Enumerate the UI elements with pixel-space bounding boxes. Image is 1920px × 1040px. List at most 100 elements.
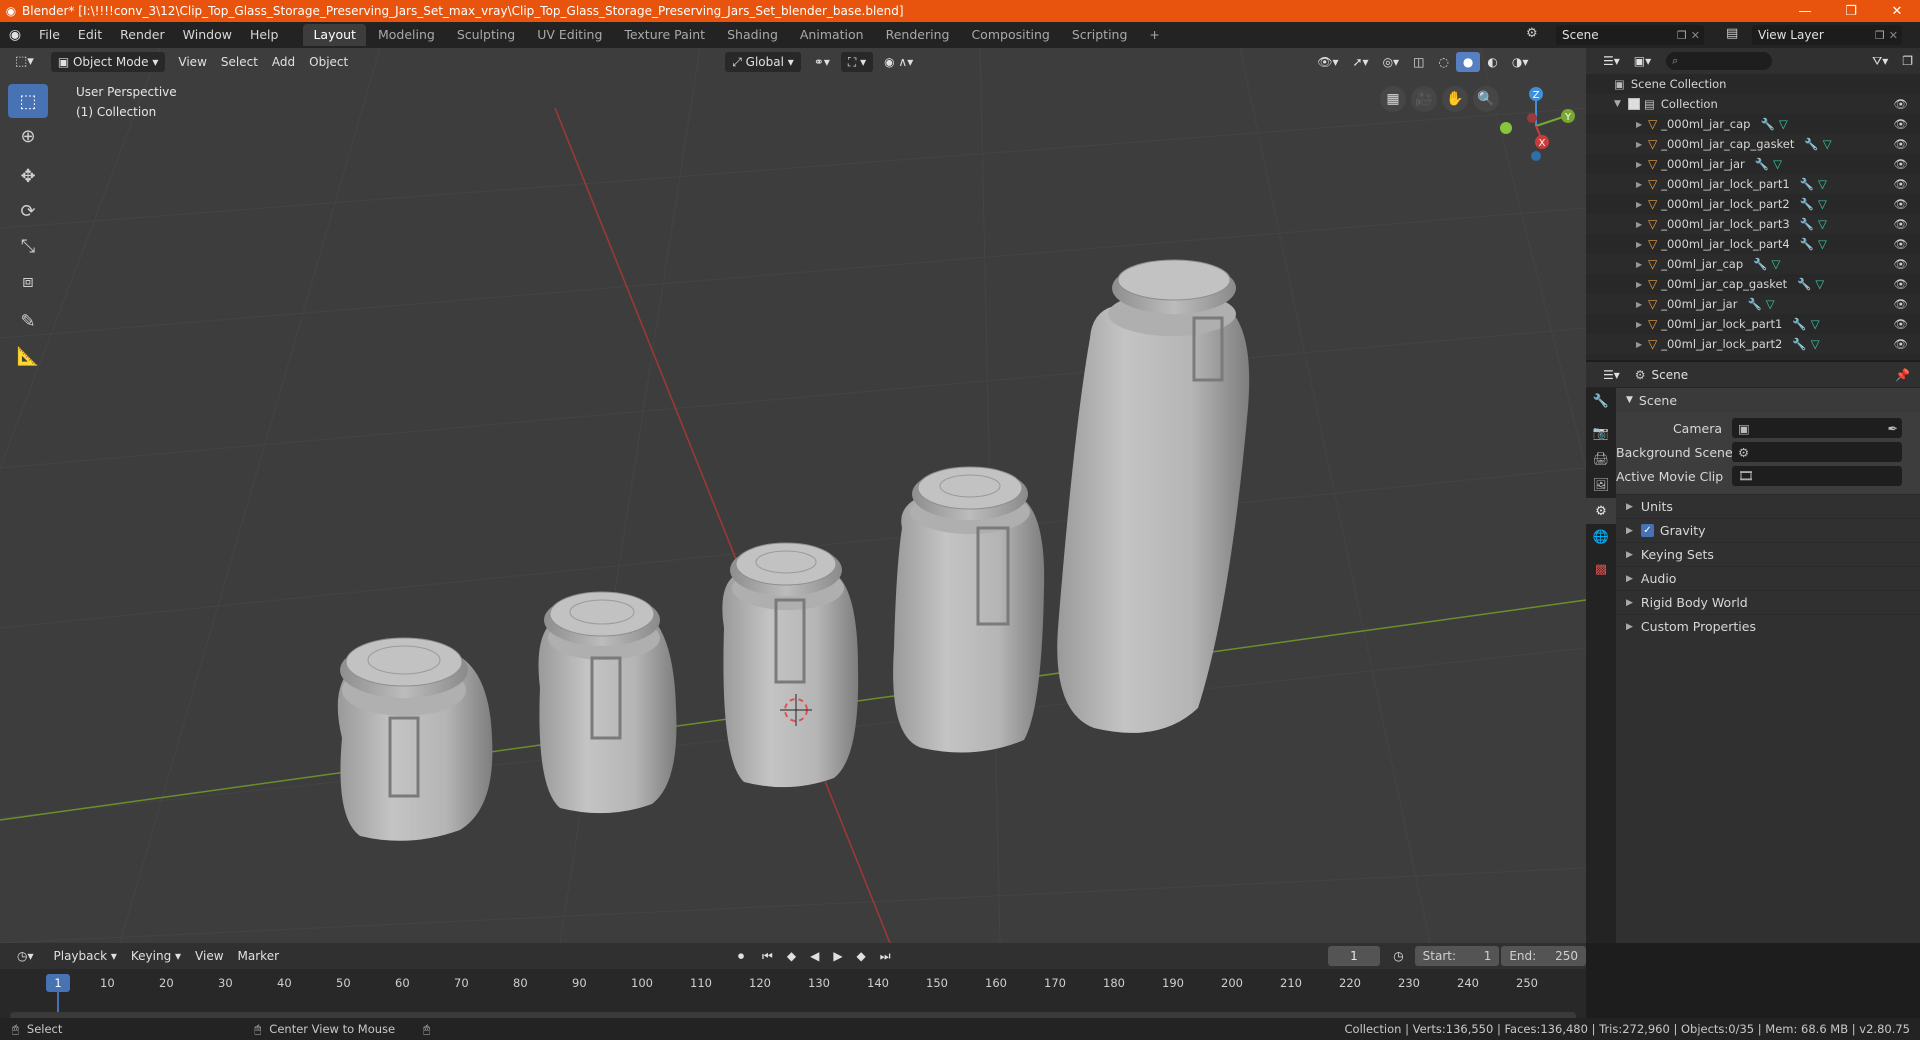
maximize-button[interactable]: ❐ <box>1828 4 1874 19</box>
outliner-object-row[interactable]: ▶ ▽ _000ml_jar_lock_part4 🔧 ▽ 👁 <box>1586 234 1920 254</box>
viewport-menu-add[interactable]: Add <box>265 52 302 72</box>
expand-arrow-icon[interactable]: ▶ <box>1636 180 1648 189</box>
outliner-object-row[interactable]: ▶ ▽ _00ml_jar_lock_part2 🔧 ▽ 👁 <box>1586 334 1920 354</box>
shading-solid-icon[interactable]: ● <box>1455 52 1481 72</box>
active-movie-clip-field[interactable]: 🎞 <box>1732 466 1902 486</box>
expand-arrow-icon[interactable]: ▶ <box>1636 120 1648 129</box>
expand-arrow-icon[interactable]: ▶ <box>1636 200 1648 209</box>
annotate-tool-icon[interactable]: ✎ <box>8 304 48 338</box>
timeline-editor-type-icon[interactable]: ◷▾ <box>10 946 41 966</box>
camera-view-icon[interactable]: 🎥 <box>1411 86 1437 112</box>
tab-animation[interactable]: Animation <box>790 24 874 46</box>
outliner-display-mode-icon[interactable]: ▣▾ <box>1627 51 1658 71</box>
move-tool-icon[interactable]: ✥ <box>8 159 48 193</box>
marker-menu[interactable]: Marker <box>231 946 286 966</box>
use-preview-range-icon[interactable]: ◷ <box>1386 946 1410 966</box>
add-workspace-button[interactable]: + <box>1139 24 1169 46</box>
tool-tab-icon[interactable]: 🔧 <box>1586 388 1616 414</box>
cursor-tool-icon[interactable]: ⊕ <box>8 119 48 153</box>
jar-model-4[interactable] <box>893 466 1045 753</box>
record-keyframe-icon[interactable]: ⏺ <box>731 946 751 966</box>
overlays-icon[interactable]: ◎▾ <box>1376 52 1407 72</box>
pin-icon[interactable]: 📌 <box>1895 368 1910 382</box>
outliner-editor-type-icon[interactable]: ☰▾ <box>1596 51 1627 71</box>
next-keyframe-icon[interactable]: ◆ <box>850 946 873 966</box>
tab-modeling[interactable]: Modeling <box>368 24 445 46</box>
menu-window[interactable]: Window <box>174 22 241 48</box>
tab-texture-paint[interactable]: Texture Paint <box>614 24 715 46</box>
expand-arrow-icon[interactable]: ▶ <box>1636 300 1648 309</box>
remove-view-layer-icon[interactable]: ✕ <box>1889 29 1898 42</box>
outliner-object-row[interactable]: ▶ ▽ _000ml_jar_cap 🔧 ▽ 👁 <box>1586 114 1920 134</box>
tab-rendering[interactable]: Rendering <box>876 24 960 46</box>
jar-model-5[interactable] <box>1057 259 1250 733</box>
viewport-menu-view[interactable]: View <box>171 52 213 72</box>
3d-viewport[interactable]: ⬚▾ ▣ Object Mode ▾ View Select Add Objec… <box>0 48 1586 943</box>
visibility-icon[interactable]: 👁▾ <box>1310 52 1345 72</box>
jump-start-icon[interactable]: ⏮ <box>755 946 780 966</box>
menu-edit[interactable]: Edit <box>69 22 111 48</box>
object-visibility-eye-icon[interactable]: 👁 <box>1893 317 1908 331</box>
xray-icon[interactable]: ◫ <box>1406 52 1431 72</box>
select-box-tool-icon[interactable]: ⬚ <box>8 84 48 118</box>
tab-layout[interactable]: Layout <box>303 24 366 46</box>
scale-tool-icon[interactable]: ⤡ <box>8 229 48 263</box>
eyedropper-icon[interactable]: ✒ <box>1888 421 1898 436</box>
pivot-point-icon[interactable]: ⚭▾ <box>807 52 837 72</box>
outliner-object-row[interactable]: ▶ ▽ _000ml_jar_cap_gasket 🔧 ▽ 👁 <box>1586 134 1920 154</box>
outliner-collection-row[interactable]: ▼ ▤ Collection 👁 <box>1586 94 1920 114</box>
object-visibility-eye-icon[interactable]: 👁 <box>1893 337 1908 351</box>
expand-arrow-icon[interactable]: ▶ <box>1636 320 1648 329</box>
object-visibility-eye-icon[interactable]: 👁 <box>1893 157 1908 171</box>
object-visibility-eye-icon[interactable]: 👁 <box>1893 237 1908 251</box>
shading-rendered-icon[interactable]: ◑▾ <box>1505 52 1536 72</box>
world-tab-icon[interactable]: 🌐 <box>1586 524 1616 550</box>
playback-menu[interactable]: Playback ▾ <box>47 946 124 966</box>
subpanel-gravity[interactable]: ▶ ✓ Gravity <box>1616 518 1920 542</box>
outliner-object-row[interactable]: ▶ ▽ _00ml_jar_lock_part1 🔧 ▽ 👁 <box>1586 314 1920 334</box>
timeline-ruler[interactable]: 1 10 20 30 40 50 60 70 80 90 100 110 120 130 140 150 16… <box>0 969 1586 1023</box>
menu-help[interactable]: Help <box>241 22 288 48</box>
gizmo-toggle-icon[interactable]: ➚▾ <box>1345 52 1375 72</box>
expand-arrow-icon[interactable]: ▶ <box>1636 280 1648 289</box>
proportional-edit-icon[interactable]: ◉ ∧▾ <box>877 52 920 72</box>
viewport-menu-select[interactable]: Select <box>214 52 265 72</box>
view-layer-icon[interactable]: ▤ <box>1726 26 1738 41</box>
current-frame-field[interactable]: 1 <box>1327 946 1381 966</box>
gravity-checkbox[interactable]: ✓ <box>1640 524 1654 537</box>
rotate-tool-icon[interactable]: ⟳ <box>8 194 48 228</box>
shading-material-icon[interactable]: ◐ <box>1480 52 1504 72</box>
view-layer-tab-icon[interactable]: 🖼 <box>1586 472 1616 498</box>
object-visibility-eye-icon[interactable]: 👁 <box>1893 117 1908 131</box>
object-visibility-eye-icon[interactable]: 👁 <box>1893 297 1908 311</box>
subpanel-units[interactable]: ▶ Units <box>1616 494 1920 518</box>
play-reverse-icon[interactable]: ◀ <box>803 946 826 966</box>
navigation-gizmo[interactable]: Z Y X <box>1496 84 1576 164</box>
outliner-object-row[interactable]: ▶ ▽ _000ml_jar_jar 🔧 ▽ 👁 <box>1586 154 1920 174</box>
expand-arrow-icon[interactable]: ▶ <box>1636 220 1648 229</box>
jar-model-3[interactable] <box>722 542 859 788</box>
jar-model-2[interactable] <box>538 591 677 814</box>
collapse-arrow-icon[interactable]: ▼ <box>1614 99 1628 109</box>
object-visibility-eye-icon[interactable]: 👁 <box>1893 217 1908 231</box>
snap-icon[interactable]: ⛶ ▾ <box>840 52 874 72</box>
outliner-object-row[interactable]: ▶ ▽ _000ml_jar_lock_part2 🔧 ▽ 👁 <box>1586 194 1920 214</box>
remove-scene-icon[interactable]: ✕ <box>1691 29 1700 42</box>
expand-arrow-icon[interactable]: ▶ <box>1636 160 1648 169</box>
view-layer-selector[interactable]: View Layer ❐ ✕ <box>1752 25 1902 45</box>
tab-sculpting[interactable]: Sculpting <box>447 24 525 46</box>
scene-type-icon[interactable]: ⚙ <box>1526 26 1538 41</box>
object-visibility-eye-icon[interactable]: 👁 <box>1893 257 1908 271</box>
blender-menu-icon[interactable]: ◉ <box>0 27 30 43</box>
expand-arrow-icon[interactable]: ▶ <box>1636 140 1648 149</box>
close-window-button[interactable]: ✕ <box>1874 4 1920 19</box>
properties-editor-type-icon[interactable]: ☰▾ <box>1596 365 1627 385</box>
start-frame-field[interactable]: Start: 1 <box>1414 946 1500 966</box>
expand-arrow-icon[interactable]: ▶ <box>1636 260 1648 269</box>
outliner-scene-collection[interactable]: ▣ Scene Collection <box>1586 74 1920 94</box>
editor-type-icon[interactable]: ⬚▾ <box>8 52 41 72</box>
outliner-new-collection-icon[interactable]: ❐ <box>1895 51 1920 71</box>
camera-field[interactable]: ▣ ✒ <box>1732 418 1902 438</box>
transform-tool-icon[interactable]: ⧈ <box>8 264 48 298</box>
toggle-grid-view-icon[interactable]: ▦ <box>1380 86 1406 112</box>
